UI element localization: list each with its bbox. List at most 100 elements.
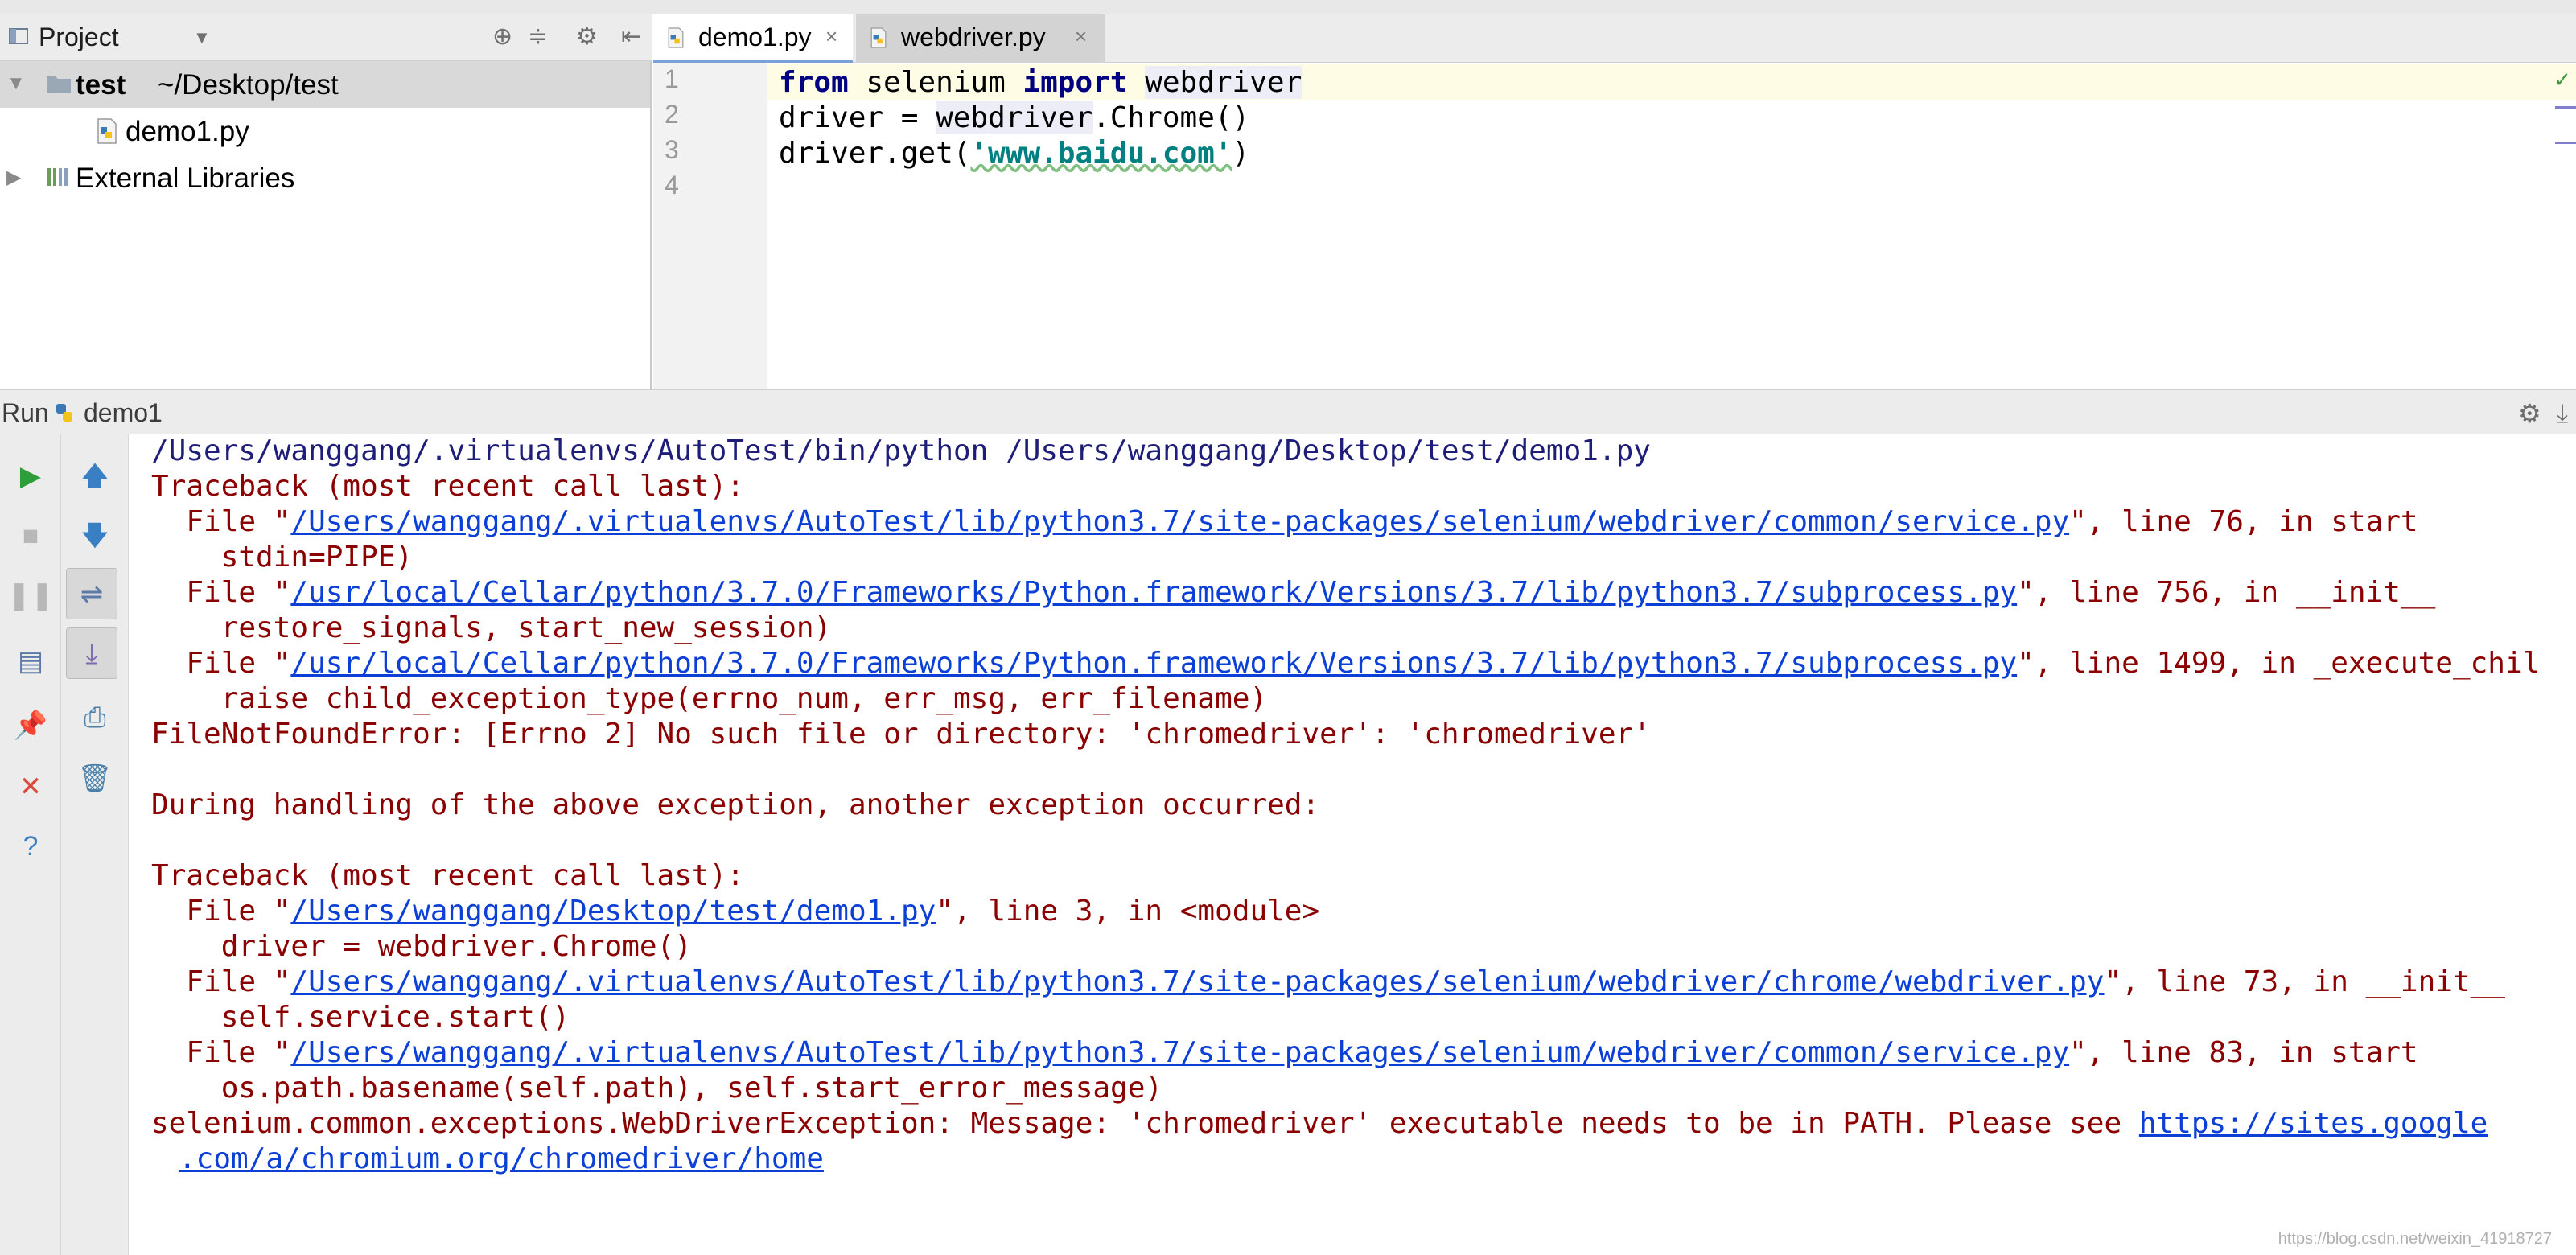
url-link[interactable]: .com/a/chromium.org/chromedriver/home — [179, 1142, 824, 1175]
code-line-3[interactable]: driver.get('www.baidu.com') — [779, 137, 1249, 172]
locate-target-icon[interactable]: ⊕ — [492, 23, 512, 51]
pause-icon[interactable]: ❚❚ — [5, 570, 56, 621]
code-line-1[interactable]: from selenium import webdriver — [779, 66, 1302, 101]
scroll-marker — [2555, 106, 2576, 109]
file-link[interactable]: /usr/local/Cellar/python/3.7.0/Framework… — [290, 576, 2017, 609]
folder-icon — [45, 71, 72, 103]
code-keyword: import — [1023, 66, 1128, 99]
help-icon[interactable]: ? — [5, 821, 56, 872]
gear-icon[interactable]: ⚙ — [2518, 398, 2541, 429]
python-file-icon — [869, 26, 888, 56]
console-text: File " — [151, 647, 291, 680]
file-link[interactable]: /Users/wanggang/Desktop/test/demo1.py — [290, 895, 936, 928]
scroll-to-end-icon[interactable]: ⤓ — [66, 628, 117, 679]
pin-icon[interactable]: 📌 — [5, 700, 56, 751]
run-console-output[interactable]: /Users/wanggang/.virtualenvs/AutoTest/bi… — [129, 434, 2576, 1255]
tab-demo1[interactable]: demo1.py × — [653, 14, 853, 63]
console-line: stdin=PIPE) — [151, 541, 414, 574]
code-keyword: from — [779, 66, 849, 99]
tab-webdriver[interactable]: webdriver.py × — [856, 14, 1105, 63]
run-panel-label: Run — [2, 398, 49, 427]
code-text: selenium — [848, 66, 1023, 99]
dropdown-chevron-icon[interactable]: ▼ — [193, 27, 211, 48]
down-arrow-icon[interactable]: 🡇 — [69, 510, 121, 562]
print-icon[interactable]: ⎙ — [69, 692, 121, 743]
project-panel: Project ▼ ⊕ ≑ ⚙ ⇤ ▼ test ~/Desktop/test … — [0, 14, 652, 389]
console-text: ", line 73, in __init__ — [2104, 965, 2505, 998]
console-line: Traceback (most recent call last): — [151, 859, 744, 892]
tree-file-name: demo1.py — [126, 116, 249, 147]
project-view-icon — [8, 26, 29, 51]
close-icon[interactable]: × — [1075, 24, 1087, 49]
code-text: .Chrome() — [1093, 101, 1250, 134]
file-link[interactable]: /Users/wanggang/.virtualenvs/AutoTest/li… — [290, 1036, 2069, 1069]
console-text: ", line 756, in __init__ — [2017, 576, 2436, 609]
console-text: ", line 1499, in _execute_chil — [2017, 647, 2541, 680]
gear-icon[interactable]: ⚙ — [576, 23, 598, 51]
tree-external-libraries-label: External Libraries — [76, 163, 295, 194]
console-line: raise child_exception_type(errno_num, er… — [151, 682, 1268, 715]
run-toolbar-primary: ▶ ■ ❚❚ ▤ 📌 ✕ ? — [0, 434, 61, 1255]
file-link[interactable]: /usr/local/Cellar/python/3.7.0/Framework… — [290, 647, 2017, 680]
hide-panel-icon[interactable]: ⤓ — [2557, 398, 2568, 429]
inspection-ok-icon[interactable]: ✓ — [2553, 68, 2571, 93]
console-line: os.path.basename(self.path), self.start_… — [151, 1072, 1163, 1105]
editor-area: demo1.py × webdriver.py × 1 2 3 4 from s… — [653, 14, 2576, 389]
up-arrow-icon[interactable]: 🡅 — [69, 451, 121, 502]
rerun-play-icon[interactable]: ▶ — [5, 451, 56, 502]
code-text: driver = — [779, 101, 936, 134]
line-number: 2 — [665, 100, 679, 129]
python-icon — [53, 401, 76, 428]
soft-wrap-icon[interactable]: ⇌ — [66, 568, 117, 619]
console-line: File "/usr/local/Cellar/python/3.7.0/Fra… — [151, 647, 2540, 682]
expanded-arrow-icon[interactable]: ▼ — [6, 72, 26, 95]
console-line: self.service.start() — [151, 1001, 570, 1034]
line-number: 1 — [665, 64, 679, 93]
console-command-line: /Users/wanggang/.virtualenvs/AutoTest/bi… — [151, 434, 1651, 467]
run-panel-header: Run demo1 ⚙ ⤓ — [0, 389, 2576, 434]
run-toolbar-secondary: 🡅 🡇 ⇌ ⤓ ⎙ 🗑 — [61, 434, 129, 1255]
stop-icon[interactable]: ■ — [5, 510, 56, 562]
collapse-all-icon[interactable]: ≑ — [528, 23, 548, 51]
close-icon[interactable]: ✕ — [5, 761, 56, 813]
library-icon — [45, 164, 71, 196]
tree-item-external-libraries[interactable]: ▶ External Libraries — [0, 154, 650, 201]
run-config-name[interactable]: demo1 — [84, 398, 163, 428]
window-top-strip — [0, 0, 2576, 14]
watermark: https://blog.csdn.net/weixin_41918727 — [2278, 1230, 2552, 1248]
project-panel-header: Project ▼ ⊕ ≑ ⚙ ⇤ — [0, 14, 652, 61]
project-panel-title[interactable]: Project — [39, 23, 119, 52]
file-link[interactable]: /Users/wanggang/.virtualenvs/AutoTest/li… — [290, 505, 2069, 538]
scroll-marker — [2555, 142, 2576, 144]
code-line-2[interactable]: driver = webdriver.Chrome() — [779, 101, 1249, 137]
code-identifier: webdriver — [936, 101, 1093, 134]
close-icon[interactable]: × — [825, 24, 837, 49]
console-error-line: selenium.common.exceptions.WebDriverExce… — [151, 1107, 2488, 1142]
code-string: 'www.baidu.com' — [970, 137, 1232, 170]
console-line: Traceback (most recent call last): — [151, 470, 744, 503]
console-line: File "/Users/wanggang/Desktop/test/demo1… — [151, 895, 1319, 930]
url-link[interactable]: https://sites.google — [2139, 1107, 2488, 1140]
tree-root-name: test — [76, 69, 126, 101]
console-line: restore_signals, start_new_session) — [151, 611, 832, 644]
line-number: 3 — [665, 135, 679, 164]
python-file-icon — [95, 117, 119, 152]
tab-label: webdriver.py — [901, 23, 1046, 51]
line-number: 4 — [665, 171, 679, 200]
tree-item-root[interactable]: ▼ test ~/Desktop/test — [0, 61, 650, 108]
hide-panel-icon[interactable]: ⇤ — [621, 23, 641, 51]
console-text: selenium.common.exceptions.WebDriverExce… — [151, 1107, 2139, 1140]
file-link[interactable]: /Users/wanggang/.virtualenvs/AutoTest/li… — [290, 965, 2104, 998]
collapsed-arrow-icon[interactable]: ▶ — [6, 166, 21, 189]
console-text: File " — [151, 1036, 291, 1069]
console-line: File "/Users/wanggang/.virtualenvs/AutoT… — [151, 965, 2505, 1001]
tab-label: demo1.py — [698, 23, 812, 51]
console-line: File "/Users/wanggang/.virtualenvs/AutoT… — [151, 505, 2418, 541]
layout-icon[interactable]: ▤ — [5, 636, 56, 687]
code-text: ) — [1232, 137, 1250, 170]
console-line: File "/Users/wanggang/.virtualenvs/AutoT… — [151, 1036, 2418, 1072]
tree-item-demo1[interactable]: demo1.py — [0, 108, 650, 154]
trash-icon[interactable]: 🗑 — [69, 753, 121, 804]
line-number-gutter: 1 2 3 4 — [653, 63, 767, 389]
